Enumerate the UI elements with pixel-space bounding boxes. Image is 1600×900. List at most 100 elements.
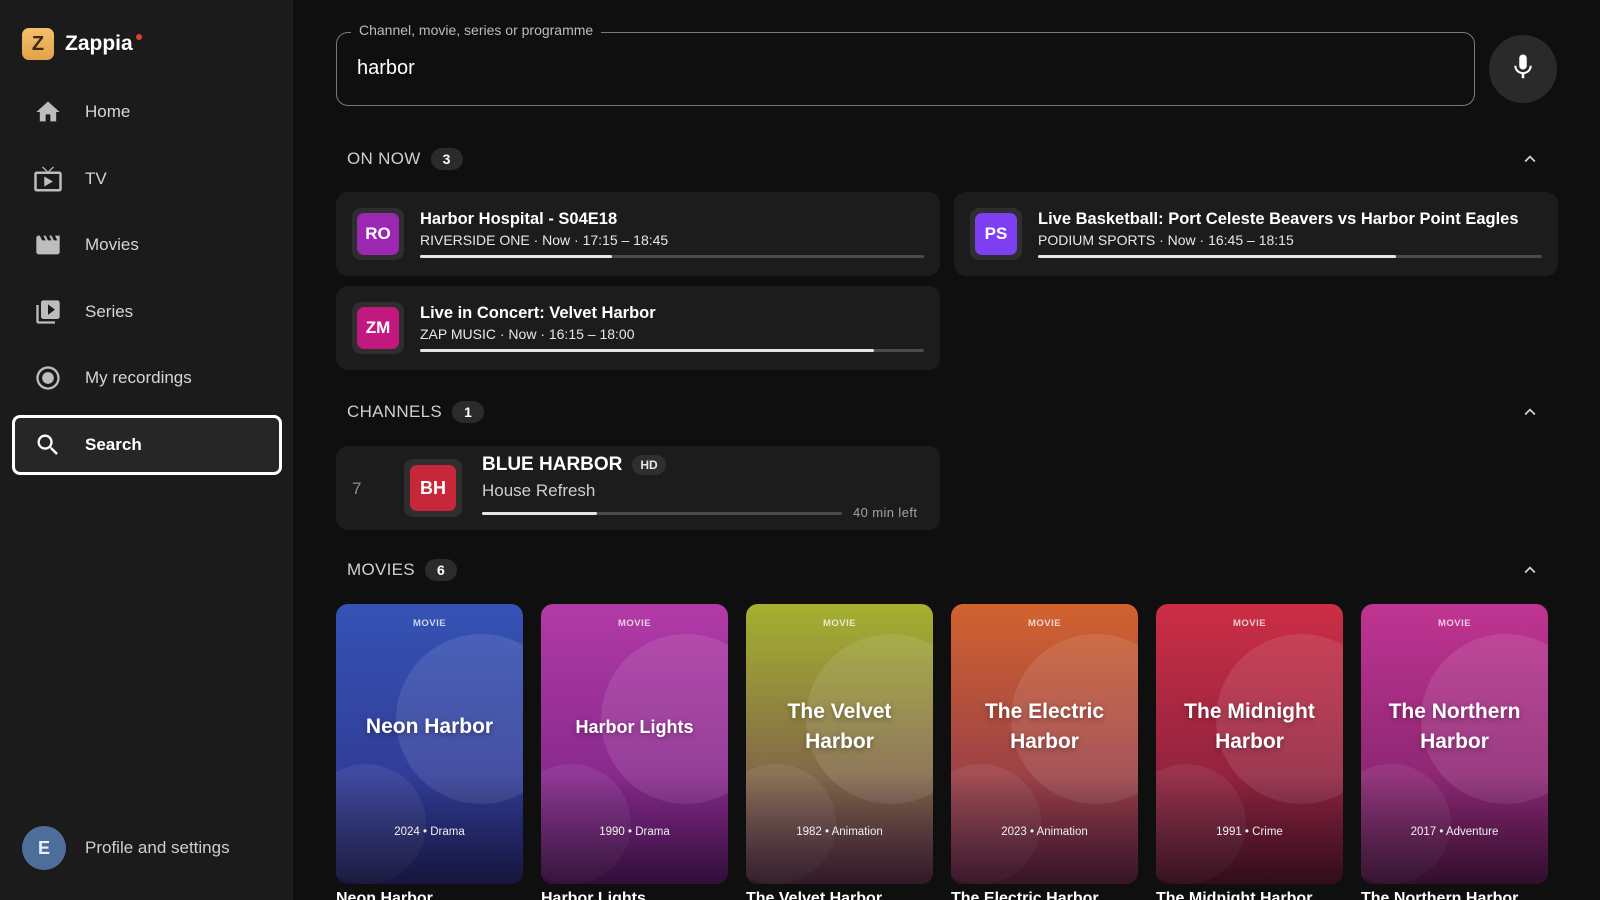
- sidebar-item-tv[interactable]: TV: [12, 149, 282, 209]
- program-meta: RIVERSIDE ONE · Now · 17:15 – 18:45: [420, 232, 669, 248]
- channel-card[interactable]: 7 BH BLUE HARBOR HD House Refresh 40 min…: [336, 446, 940, 530]
- progress-fill: [1038, 255, 1396, 258]
- avatar: E: [22, 826, 66, 870]
- app-logo: Z: [22, 28, 54, 60]
- movie-poster[interactable]: MOVIE The Midnight Harbor 1991 • Crime: [1156, 604, 1343, 884]
- home-icon: [33, 97, 63, 127]
- microphone-icon: [1508, 52, 1538, 87]
- record-icon: [33, 363, 63, 393]
- movie-caption: Neon Harbor: [336, 890, 433, 900]
- sidebar-item-movies[interactable]: Movies: [12, 215, 282, 275]
- app-name: Zappia: [65, 32, 133, 55]
- channel-program: House Refresh: [482, 481, 596, 500]
- tv-icon: [33, 164, 63, 194]
- collapse-channels-button[interactable]: [1519, 401, 1541, 423]
- chevron-up-icon: [1524, 155, 1536, 163]
- clapperboard-icon: [33, 230, 63, 260]
- movie-caption: Harbor Lights: [541, 890, 646, 900]
- count-badge: 6: [424, 559, 457, 581]
- poster-year-genre: 2023 • Animation: [1001, 826, 1088, 838]
- app-brand[interactable]: Z Zappia: [22, 28, 142, 60]
- movie-poster[interactable]: MOVIE Neon Harbor 2024 • Drama: [336, 604, 523, 884]
- sidebar-item-search[interactable]: Search: [12, 414, 282, 475]
- poster-year-genre: 2024 • Drama: [394, 826, 465, 838]
- poster-title: Harbor Lights: [575, 717, 694, 737]
- sidebar: Z Zappia Home TV Movies Series My record…: [0, 0, 293, 900]
- poster-title: The Velvet Harbor: [787, 700, 892, 753]
- poster-title: The Electric Harbor: [984, 700, 1105, 753]
- channel-logo-mark: ZM: [357, 307, 399, 349]
- poster-year-genre: 2017 • Adventure: [1410, 826, 1499, 838]
- channel-number: 7: [352, 479, 362, 498]
- series-icon: [33, 297, 63, 327]
- poster-kind: MOVIE: [617, 618, 652, 629]
- notification-dot: [135, 34, 142, 40]
- poster-kind: MOVIE: [822, 618, 857, 629]
- poster-kind: MOVIE: [412, 618, 447, 629]
- search-field-label: Channel, movie, series or programme: [351, 22, 602, 38]
- movie-poster[interactable]: MOVIE Harbor Lights 1990 • Drama: [541, 604, 728, 884]
- search-input[interactable]: harbor: [357, 57, 415, 80]
- movie-poster[interactable]: MOVIE The Velvet Harbor 1982 • Animation: [746, 604, 933, 884]
- progress-fill: [482, 512, 598, 515]
- poster-kind: MOVIE: [1437, 618, 1472, 629]
- sidebar-item-label: Home: [85, 102, 131, 121]
- poster-year-genre: 1982 • Animation: [796, 826, 883, 838]
- movie-caption: The Midnight Harbor: [1156, 890, 1313, 900]
- section-header-channels: CHANNELS 1: [347, 401, 484, 423]
- channel-logo: PS: [970, 208, 1022, 260]
- movie-poster[interactable]: MOVIE The Electric Harbor 2023 • Animati…: [951, 604, 1138, 884]
- main-nav: Home TV Movies Series My recordings Sear…: [12, 82, 282, 482]
- progress-bar: [420, 255, 924, 258]
- program-title: Live in Concert: Velvet Harbor: [420, 304, 656, 322]
- time-left: 40 min left: [853, 505, 918, 520]
- sidebar-item-my-recordings[interactable]: My recordings: [12, 348, 282, 408]
- collapse-movies-button[interactable]: [1519, 559, 1541, 581]
- on-now-card[interactable]: PS Live Basketball: Port Celeste Beavers…: [954, 192, 1558, 276]
- channel-name: BLUE HARBOR: [482, 454, 623, 475]
- poster-year-genre: 1991 • Crime: [1216, 826, 1283, 838]
- channel-logo-mark: BH: [410, 465, 456, 511]
- on-now-card[interactable]: ZM Live in Concert: Velvet Harbor ZAP MU…: [336, 286, 940, 370]
- section-title: ON NOW: [347, 149, 421, 168]
- program-title: Harbor Hospital - S04E18: [420, 210, 618, 228]
- poster-kind: MOVIE: [1027, 618, 1062, 629]
- progress-bar: [1038, 255, 1542, 258]
- progress-fill: [420, 349, 874, 352]
- sidebar-item-label: Search: [85, 434, 142, 454]
- sidebar-item-home[interactable]: Home: [12, 82, 282, 142]
- poster-title: The Midnight Harbor: [1184, 700, 1315, 753]
- sidebar-item-series[interactable]: Series: [12, 282, 282, 342]
- profile-and-settings[interactable]: E Profile and settings: [22, 826, 230, 870]
- chevron-up-icon: [1524, 566, 1536, 574]
- sidebar-item-label: My recordings: [85, 368, 192, 388]
- channel-logo-mark: PS: [975, 213, 1017, 255]
- channel-logo: ZM: [352, 302, 404, 354]
- poster-year-genre: 1990 • Drama: [599, 826, 670, 838]
- channel-logo-mark: RO: [357, 213, 399, 255]
- program-title: Live Basketball: Port Celeste Beavers vs…: [1038, 210, 1519, 228]
- program-meta: ZAP MUSIC · Now · 16:15 – 18:00: [420, 326, 635, 342]
- sidebar-item-label: Series: [85, 301, 134, 321]
- section-title: MOVIES: [347, 560, 415, 579]
- progress-bar: [420, 349, 924, 352]
- sidebar-item-label: Movies: [85, 235, 139, 255]
- voice-search-button[interactable]: [1489, 35, 1557, 103]
- poster-title: Neon Harbor: [365, 715, 494, 738]
- hd-badge: HD: [632, 455, 666, 475]
- on-now-card[interactable]: RO Harbor Hospital - S04E18 RIVERSIDE ON…: [336, 192, 940, 276]
- progress-fill: [420, 255, 612, 258]
- count-badge: 1: [451, 401, 484, 423]
- count-badge: 3: [430, 148, 463, 170]
- poster-kind: MOVIE: [1232, 618, 1267, 629]
- sidebar-item-label: TV: [85, 168, 107, 188]
- profile-label: Profile and settings: [85, 838, 230, 857]
- search-field[interactable]: Channel, movie, series or programme harb…: [336, 22, 1475, 106]
- collapse-on-now-button[interactable]: [1519, 148, 1541, 170]
- movie-caption: The Velvet Harbor: [746, 890, 883, 900]
- poster-title: The Northern Harbor: [1388, 700, 1521, 753]
- section-header-movies: MOVIES 6: [347, 559, 457, 581]
- movie-caption: The Northern Harbor: [1361, 890, 1519, 900]
- movie-poster[interactable]: MOVIE The Northern Harbor 2017 • Adventu…: [1361, 604, 1548, 884]
- section-title: CHANNELS: [347, 402, 442, 421]
